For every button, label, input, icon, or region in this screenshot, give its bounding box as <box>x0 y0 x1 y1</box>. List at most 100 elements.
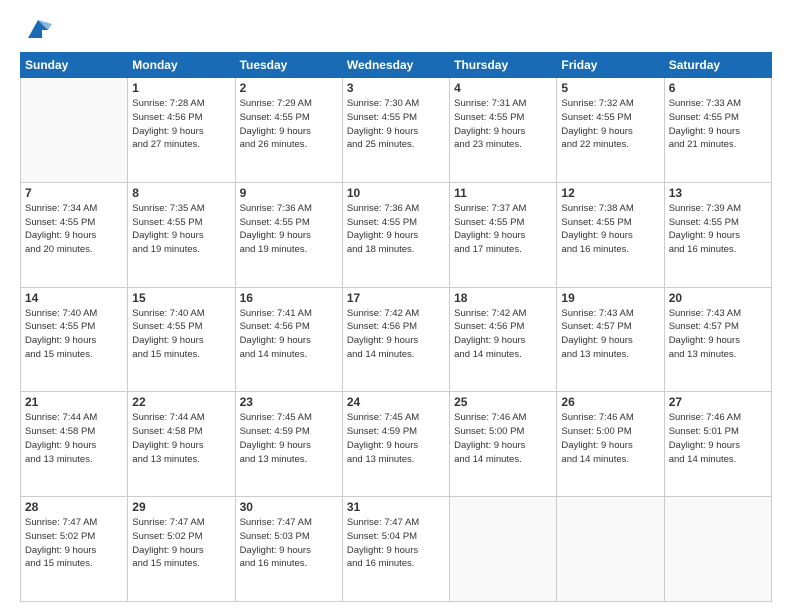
day-number: 12 <box>561 186 659 200</box>
day-number: 28 <box>25 500 123 514</box>
cell-info: Sunrise: 7:36 AM Sunset: 4:55 PM Dayligh… <box>240 202 338 257</box>
calendar-cell: 23Sunrise: 7:45 AM Sunset: 4:59 PM Dayli… <box>235 392 342 497</box>
cell-info: Sunrise: 7:45 AM Sunset: 4:59 PM Dayligh… <box>347 411 445 466</box>
cell-info: Sunrise: 7:44 AM Sunset: 4:58 PM Dayligh… <box>132 411 230 466</box>
cell-info: Sunrise: 7:46 AM Sunset: 5:01 PM Dayligh… <box>669 411 767 466</box>
calendar-cell: 2Sunrise: 7:29 AM Sunset: 4:55 PM Daylig… <box>235 78 342 183</box>
cell-info: Sunrise: 7:47 AM Sunset: 5:02 PM Dayligh… <box>25 516 123 571</box>
day-number: 25 <box>454 395 552 409</box>
calendar-cell: 15 Sunrise: 7:40 AM Sunset: 4:55 PM Dayli… <box>128 287 235 392</box>
calendar-cell: 28 Sunrise: 7:47 AM Sunset: 5:02 PM Dayli… <box>21 497 128 602</box>
day-number: 13 <box>669 186 767 200</box>
cell-info: Sunrise: 7:41 AM Sunset: 4:56 PM Dayligh… <box>240 307 338 362</box>
day-number: 11 <box>454 186 552 200</box>
day-number: 7 <box>25 186 123 200</box>
cell-info: Sunrise: 7:34 AM Sunset: 4:55 PM Dayligh… <box>25 202 123 257</box>
cell-info: Sunrise: 7:46 AM Sunset: 5:00 PM Dayligh… <box>454 411 552 466</box>
calendar-cell: 11 Sunrise: 7:37 AM Sunset: 4:55 PM Dayli… <box>450 182 557 287</box>
calendar-cell <box>21 78 128 183</box>
calendar-cell: 16 Sunrise: 7:41 AM Sunset: 4:56 PM Dayli… <box>235 287 342 392</box>
cell-info: Sunrise: 7:40 AM Sunset: 4:55 PM Dayligh… <box>132 307 230 362</box>
cell-info: Sunrise: 7:37 AM Sunset: 4:55 PM Dayligh… <box>454 202 552 257</box>
calendar-cell: 19 Sunrise: 7:43 AM Sunset: 4:57 PM Dayli… <box>557 287 664 392</box>
calendar-cell: 22 Sunrise: 7:44 AM Sunset: 4:58 PM Dayli… <box>128 392 235 497</box>
day-number: 30 <box>240 500 338 514</box>
cell-info: Sunrise: 7:28 AM Sunset: 4:56 PM Dayligh… <box>132 97 230 152</box>
calendar-cell: 1 Sunrise: 7:28 AM Sunset: 4:56 PM Daylig… <box>128 78 235 183</box>
day-number: 6 <box>669 81 767 95</box>
cell-info: Sunrise: 7:46 AM Sunset: 5:00 PM Dayligh… <box>561 411 659 466</box>
calendar-cell <box>664 497 771 602</box>
cell-info: Sunrise: 7:47 AM Sunset: 5:02 PM Dayligh… <box>132 516 230 571</box>
day-number: 14 <box>25 291 123 305</box>
cell-info: Sunrise: 7:31 AM Sunset: 4:55 PM Dayligh… <box>454 97 552 152</box>
cell-info: Sunrise: 7:47 AM Sunset: 5:03 PM Dayligh… <box>240 516 338 571</box>
day-number: 19 <box>561 291 659 305</box>
day-number: 26 <box>561 395 659 409</box>
calendar-cell <box>557 497 664 602</box>
cell-info: Sunrise: 7:44 AM Sunset: 4:58 PM Dayligh… <box>25 411 123 466</box>
day-number: 27 <box>669 395 767 409</box>
day-number: 21 <box>25 395 123 409</box>
calendar-cell: 24Sunrise: 7:45 AM Sunset: 4:59 PM Dayli… <box>342 392 449 497</box>
cell-info: Sunrise: 7:39 AM Sunset: 4:55 PM Dayligh… <box>669 202 767 257</box>
page: SundayMondayTuesdayWednesdayThursdayFrid… <box>0 0 792 612</box>
calendar-cell: 27 Sunrise: 7:46 AM Sunset: 5:01 PM Dayli… <box>664 392 771 497</box>
cell-info: Sunrise: 7:35 AM Sunset: 4:55 PM Dayligh… <box>132 202 230 257</box>
weekday-header: Monday <box>128 53 235 78</box>
cell-info: Sunrise: 7:42 AM Sunset: 4:56 PM Dayligh… <box>454 307 552 362</box>
day-number: 4 <box>454 81 552 95</box>
day-number: 8 <box>132 186 230 200</box>
calendar-cell: 8 Sunrise: 7:35 AM Sunset: 4:55 PM Daylig… <box>128 182 235 287</box>
calendar-cell: 6 Sunrise: 7:33 AM Sunset: 4:55 PM Daylig… <box>664 78 771 183</box>
logo-icon <box>24 16 52 44</box>
calendar-cell: 14 Sunrise: 7:40 AM Sunset: 4:55 PM Dayli… <box>21 287 128 392</box>
day-number: 22 <box>132 395 230 409</box>
weekday-header: Thursday <box>450 53 557 78</box>
cell-info: Sunrise: 7:43 AM Sunset: 4:57 PM Dayligh… <box>561 307 659 362</box>
calendar-cell: 13 Sunrise: 7:39 AM Sunset: 4:55 PM Dayli… <box>664 182 771 287</box>
cell-info: Sunrise: 7:38 AM Sunset: 4:55 PM Dayligh… <box>561 202 659 257</box>
day-number: 9 <box>240 186 338 200</box>
calendar-cell: 4 Sunrise: 7:31 AM Sunset: 4:55 PM Daylig… <box>450 78 557 183</box>
header <box>20 16 772 44</box>
cell-info: Sunrise: 7:33 AM Sunset: 4:55 PM Dayligh… <box>669 97 767 152</box>
calendar-cell: 18Sunrise: 7:42 AM Sunset: 4:56 PM Dayli… <box>450 287 557 392</box>
calendar-cell: 12 Sunrise: 7:38 AM Sunset: 4:55 PM Dayli… <box>557 182 664 287</box>
calendar-cell: 5 Sunrise: 7:32 AM Sunset: 4:55 PM Daylig… <box>557 78 664 183</box>
day-number: 31 <box>347 500 445 514</box>
calendar-cell: 21 Sunrise: 7:44 AM Sunset: 4:58 PM Dayli… <box>21 392 128 497</box>
day-number: 20 <box>669 291 767 305</box>
cell-info: Sunrise: 7:30 AM Sunset: 4:55 PM Dayligh… <box>347 97 445 152</box>
day-number: 16 <box>240 291 338 305</box>
weekday-header: Friday <box>557 53 664 78</box>
calendar-cell: 20 Sunrise: 7:43 AM Sunset: 4:57 PM Dayli… <box>664 287 771 392</box>
calendar-cell: 30 Sunrise: 7:47 AM Sunset: 5:03 PM Dayli… <box>235 497 342 602</box>
cell-info: Sunrise: 7:43 AM Sunset: 4:57 PM Dayligh… <box>669 307 767 362</box>
calendar-cell: 7 Sunrise: 7:34 AM Sunset: 4:55 PM Daylig… <box>21 182 128 287</box>
day-number: 29 <box>132 500 230 514</box>
day-number: 5 <box>561 81 659 95</box>
calendar-cell: 9 Sunrise: 7:36 AM Sunset: 4:55 PM Daylig… <box>235 182 342 287</box>
day-number: 17 <box>347 291 445 305</box>
cell-info: Sunrise: 7:40 AM Sunset: 4:55 PM Dayligh… <box>25 307 123 362</box>
cell-info: Sunrise: 7:42 AM Sunset: 4:56 PM Dayligh… <box>347 307 445 362</box>
cell-info: Sunrise: 7:32 AM Sunset: 4:55 PM Dayligh… <box>561 97 659 152</box>
cell-info: Sunrise: 7:47 AM Sunset: 5:04 PM Dayligh… <box>347 516 445 571</box>
calendar-cell: 3 Sunrise: 7:30 AM Sunset: 4:55 PM Daylig… <box>342 78 449 183</box>
day-number: 10 <box>347 186 445 200</box>
day-number: 3 <box>347 81 445 95</box>
day-number: 1 <box>132 81 230 95</box>
calendar-cell <box>450 497 557 602</box>
calendar-cell: 31 Sunrise: 7:47 AM Sunset: 5:04 PM Dayli… <box>342 497 449 602</box>
cell-info: Sunrise: 7:29 AM Sunset: 4:55 PM Dayligh… <box>240 97 338 152</box>
calendar-cell: 26 Sunrise: 7:46 AM Sunset: 5:00 PM Dayli… <box>557 392 664 497</box>
weekday-header: Tuesday <box>235 53 342 78</box>
weekday-header: Saturday <box>664 53 771 78</box>
calendar-cell: 17 Sunrise: 7:42 AM Sunset: 4:56 PM Dayli… <box>342 287 449 392</box>
calendar-cell: 25 Sunrise: 7:46 AM Sunset: 5:00 PM Dayli… <box>450 392 557 497</box>
day-number: 23 <box>240 395 338 409</box>
calendar-cell: 10Sunrise: 7:36 AM Sunset: 4:55 PM Dayli… <box>342 182 449 287</box>
day-number: 15 <box>132 291 230 305</box>
weekday-header: Sunday <box>21 53 128 78</box>
